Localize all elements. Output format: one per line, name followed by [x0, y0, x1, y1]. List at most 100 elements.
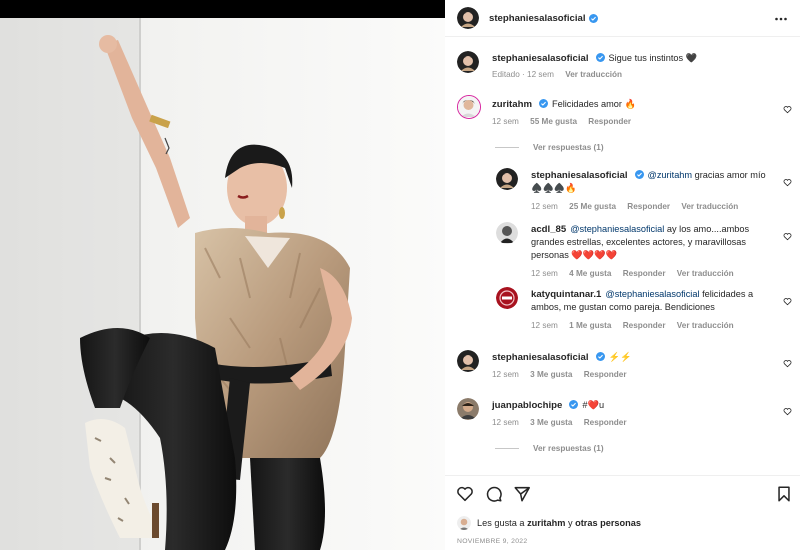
reply-text: gracias amor mío [694, 170, 766, 180]
commenter-avatar[interactable] [457, 398, 479, 420]
reply-item: katyquintanar.1 @stephaniesalasoficial fe… [445, 287, 800, 333]
reply-button[interactable]: Responder [584, 418, 627, 427]
caption-emoji: 🖤 [685, 53, 698, 63]
reply-button[interactable]: Responder [584, 370, 627, 379]
view-replies-line [495, 448, 519, 449]
reply-button[interactable]: Responder [623, 269, 666, 278]
reply-mention[interactable]: @zuritahm [648, 170, 693, 180]
reply-username[interactable]: katyquintanar.1 [531, 289, 601, 300]
reply-username[interactable]: acdl_85 [531, 224, 566, 235]
comment-meta: 12 sem 3 Me gusta Responder [492, 418, 636, 427]
see-translation-link[interactable]: Ver traducción [677, 269, 734, 278]
reply-button[interactable]: Responder [623, 321, 666, 330]
author-avatar[interactable] [457, 7, 479, 29]
reply-button[interactable]: Responder [627, 202, 670, 211]
instagram-post-modal: stephaniesalasoficial stephaniesalasofic… [0, 0, 800, 550]
heart-outline-icon[interactable] [783, 297, 792, 306]
reply-emoji: ❤️❤️❤️❤️ [571, 250, 618, 260]
verified-badge-icon [538, 99, 548, 108]
heart-outline-icon[interactable] [783, 232, 792, 241]
reply-emoji: ♠️♠️♠️🔥 [531, 183, 577, 193]
post-header: stephaniesalasoficial [445, 0, 800, 37]
caption-edited-time: Editado · 12 sem [492, 70, 554, 79]
post-date: NOVIEMBRE 9, 2022 [457, 538, 528, 545]
comment-likes[interactable]: 3 Me gusta [530, 370, 572, 379]
caption: stephaniesalasoficial Sigue tus instintos… [445, 48, 800, 88]
comment-bubble-icon[interactable] [485, 485, 503, 503]
commenter-avatar[interactable] [457, 95, 481, 119]
bookmark-icon[interactable] [775, 485, 793, 503]
post-actions-footer: Les gusta a zuritahm y otras personas NO… [445, 475, 800, 550]
post-photo[interactable] [0, 18, 445, 550]
caption-username[interactable]: stephaniesalasoficial [492, 53, 589, 64]
likes-others[interactable]: otras personas [575, 518, 641, 528]
reply-time: 12 sem [531, 321, 558, 330]
comment-text: Felicidades amor [551, 99, 622, 109]
comment-text-line: juanpablochipe #❤️u [492, 399, 762, 412]
reply-mention[interactable]: @stephaniesalasoficial [605, 289, 699, 299]
view-replies-button[interactable]: Ver respuestas (1) [495, 143, 604, 152]
view-replies-button[interactable]: Ver respuestas (1) [495, 444, 604, 453]
reply-avatar[interactable] [496, 168, 518, 190]
comment-emoji: 🔥 [624, 99, 636, 109]
verified-badge-icon [588, 13, 598, 23]
see-translation-link[interactable]: Ver traducción [681, 202, 738, 211]
comment-likes[interactable]: 55 Me gusta [530, 117, 577, 126]
reply-meta: 12 sem 4 Me gusta Responder Ver traducci… [531, 269, 743, 278]
likes-connector: y [567, 518, 573, 528]
reply-username[interactable]: stephaniesalasoficial [531, 170, 628, 181]
caption-avatar[interactable] [457, 51, 479, 73]
reply-time: 12 sem [531, 269, 558, 278]
reply-button[interactable]: Responder [588, 117, 631, 126]
comment-time: 12 sem [492, 370, 519, 379]
reply-item: acdl_85 @stephaniesalasoficial ay los amo… [445, 222, 800, 278]
comments-list[interactable]: stephaniesalasoficial Sigue tus instintos… [445, 38, 800, 475]
heart-outline-icon[interactable] [783, 105, 792, 114]
caption-text: Sigue tus instintos [608, 53, 684, 63]
see-translation-link[interactable]: Ver traducción [565, 70, 622, 79]
verified-badge-icon [595, 352, 605, 361]
verified-badge-icon [595, 53, 605, 62]
commenter-avatar[interactable] [457, 350, 479, 372]
view-replies-label: Ver respuestas (1) [533, 143, 604, 152]
view-replies-line [495, 147, 519, 148]
reply-mention[interactable]: @stephaniesalasoficial [570, 224, 664, 234]
comment-item: zuritahm Felicidades amor 🔥 12 sem 55 Me … [445, 95, 800, 131]
caption-text-line: stephaniesalasoficial Sigue tus instintos… [492, 52, 782, 65]
likes-summary: Les gusta a zuritahm y otras personas [457, 516, 641, 530]
see-translation-link[interactable]: Ver traducción [677, 321, 734, 330]
photo-image [0, 18, 445, 550]
heart-outline-icon[interactable] [783, 359, 792, 368]
heart-outline-icon[interactable] [456, 485, 474, 503]
post-side-panel: stephaniesalasoficial stephaniesalasofic… [445, 0, 800, 550]
liker-avatar[interactable] [457, 516, 471, 530]
comment-text-line: zuritahm Felicidades amor 🔥 [492, 98, 762, 111]
reply-text-line: stephaniesalasoficial @zuritahm gracias a… [531, 169, 779, 195]
reply-avatar[interactable] [496, 287, 518, 309]
comment-time: 12 sem [492, 418, 519, 427]
author-username[interactable]: stephaniesalasoficial [489, 13, 586, 24]
verified-badge-icon [569, 400, 579, 409]
comment-emoji: ⚡⚡ [608, 352, 632, 362]
reply-item: stephaniesalasoficial @zuritahm gracias a… [445, 168, 800, 212]
comment-meta: 12 sem 3 Me gusta Responder [492, 370, 636, 379]
likes-prefix: Les gusta a [477, 518, 525, 528]
heart-outline-icon[interactable] [783, 407, 792, 416]
comment-username[interactable]: zuritahm [492, 99, 532, 110]
reply-likes[interactable]: 25 Me gusta [569, 202, 616, 211]
likes-user[interactable]: zuritahm [527, 518, 565, 528]
caption-meta: Editado · 12 sem Ver traducción [492, 70, 631, 79]
paper-plane-icon[interactable] [513, 485, 531, 503]
more-horizontal-icon[interactable] [774, 12, 788, 26]
comment-username[interactable]: stephaniesalasoficial [492, 352, 589, 363]
comment-username[interactable]: juanpablochipe [492, 400, 562, 411]
verified-badge-icon [634, 170, 644, 179]
comment-text-after: u [598, 400, 605, 410]
reply-likes[interactable]: 1 Me gusta [569, 321, 611, 330]
heart-outline-icon[interactable] [783, 178, 792, 187]
reply-time: 12 sem [531, 202, 558, 211]
reply-text-line: acdl_85 @stephaniesalasoficial ay los amo… [531, 223, 776, 262]
reply-likes[interactable]: 4 Me gusta [569, 269, 611, 278]
comment-likes[interactable]: 3 Me gusta [530, 418, 572, 427]
reply-avatar[interactable] [496, 222, 518, 244]
